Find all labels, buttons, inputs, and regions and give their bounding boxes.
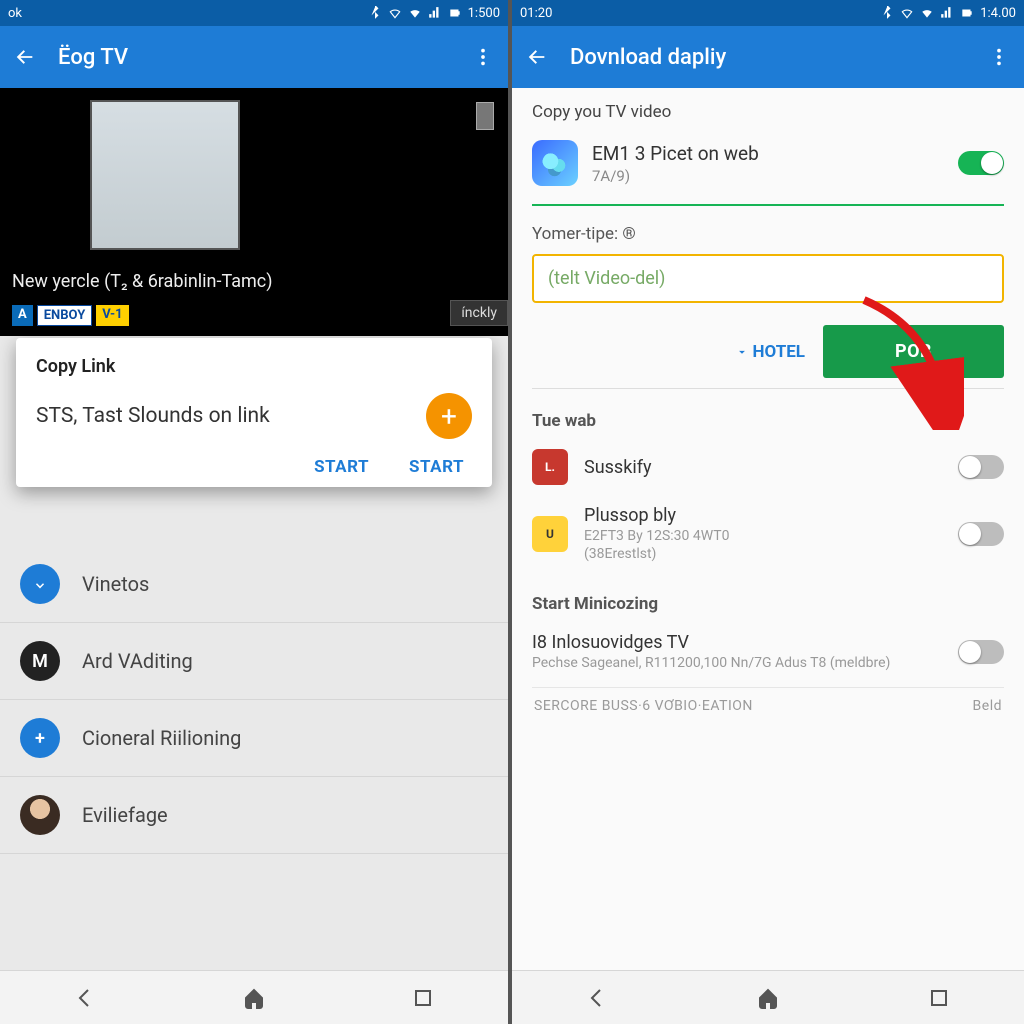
start-button[interactable]: START (314, 457, 369, 477)
m-icon: M (20, 641, 60, 681)
nav-back-icon[interactable] (73, 986, 97, 1010)
battery-icon (448, 6, 462, 20)
setting-toggle[interactable] (958, 522, 1004, 546)
video-chip[interactable]: ínckly (450, 300, 508, 326)
status-time: 1:4.00 (980, 6, 1016, 21)
signal-icon (940, 6, 954, 20)
toolbar: Ёog TV (0, 26, 508, 88)
source-app-sub: 7A/9) (592, 167, 944, 185)
dialog-title: Copy Link (36, 356, 472, 377)
back-icon[interactable] (14, 46, 36, 68)
section-heading: Start Minicozing (532, 594, 1004, 614)
status-time: 1:500 (468, 6, 500, 21)
bluetooth-icon (368, 6, 382, 20)
list-item[interactable]: Vinetos (0, 546, 508, 623)
bluetooth-icon (880, 6, 894, 20)
mini-player-icon[interactable] (476, 102, 494, 130)
nav-bar (0, 970, 508, 1024)
start-button-2[interactable]: START (409, 457, 464, 477)
susskify-icon: L. (532, 449, 568, 485)
setting-sub: Pechse Sageanel, R111200,100 Nn/7G Adus … (532, 655, 942, 671)
list-label: Ard VAditing (82, 649, 193, 673)
source-app-name: EM1 3 Picet on web (592, 142, 944, 165)
chevron-down-icon (735, 345, 749, 359)
footer-row: SERCORE BUSS·6 VƠBIO·EATION Beld (532, 687, 1004, 714)
list-label: Cioneral Riilioning (82, 726, 241, 750)
status-bar: ok 1:500 (0, 0, 508, 26)
setting-row[interactable]: I8 Inlosuovidges TV Pechse Sageanel, R11… (532, 622, 1004, 681)
wifi-icon (408, 6, 422, 20)
nav-home-icon[interactable] (756, 986, 780, 1010)
copy-link-dialog: Copy Link STS, Tast Slounds on link + ST… (16, 338, 492, 487)
list-label: Eviliefage (82, 803, 168, 827)
field-label: Yomer-tipe: ® (532, 224, 1004, 244)
video-title: New yercle (T₂ & 6rabinlin-Tamc) (12, 271, 272, 292)
setting-row[interactable]: U Plussop bly E2FT3 By 12S:30 4WT0 (38Er… (532, 495, 1004, 572)
status-left: ok (8, 6, 22, 21)
web-section: Tue wab L. Susskify U Plussop bly E2FT3 … (532, 411, 1004, 572)
nav-home-icon[interactable] (242, 986, 266, 1010)
footer-left: SERCORE BUSS·6 VƠBIO·EATION (534, 698, 753, 714)
status-icons: 1:4.00 (880, 6, 1016, 21)
phone-left: ok 1:500 Ёog TV New yercle (T₂ & 6rabinl… (0, 0, 512, 1024)
source-app-icon (532, 140, 578, 186)
wifi-outline-icon (900, 6, 914, 20)
section-heading: Copy you TV video (532, 102, 1004, 122)
back-icon[interactable] (526, 46, 548, 68)
nav-recent-icon[interactable] (411, 986, 435, 1010)
nav-recent-icon[interactable] (927, 986, 951, 1010)
badge-a: A (12, 305, 33, 326)
divider (532, 204, 1004, 206)
nav-bar (512, 970, 1024, 1024)
badge-c: V-1 (96, 305, 128, 326)
list-label: Vinetos (82, 572, 149, 596)
source-app-row[interactable]: EM1 3 Picet on web 7A/9) (532, 134, 1004, 198)
list-item[interactable]: + Cioneral Riilioning (0, 700, 508, 777)
battery-icon (960, 6, 974, 20)
source-toggle[interactable] (958, 151, 1004, 175)
setting-toggle[interactable] (958, 455, 1004, 479)
signal-icon (428, 6, 442, 20)
overflow-icon[interactable] (472, 46, 494, 68)
wifi-outline-icon (388, 6, 402, 20)
setting-toggle[interactable] (958, 640, 1004, 664)
video-thumbnail (90, 100, 240, 250)
footer-right: Beld (973, 698, 1002, 714)
setting-name: Plussop bly (584, 505, 942, 526)
list-item[interactable]: Eviliefage (0, 777, 508, 854)
nav-back-icon[interactable] (585, 986, 609, 1010)
setting-name: Susskify (584, 457, 942, 478)
badge-b: ENBOY (37, 305, 93, 326)
avatar-icon (20, 795, 60, 835)
overflow-icon[interactable] (988, 46, 1010, 68)
list-item[interactable]: M Ard VAditing (0, 623, 508, 700)
setting-row[interactable]: L. Susskify (532, 439, 1004, 495)
setting-sub2: (38Erestlst) (584, 546, 942, 562)
video-badges: A ENBOY V-1 (12, 305, 129, 326)
url-input[interactable] (532, 254, 1004, 303)
settings-content: Copy you TV video EM1 3 Picet on web 7A/… (512, 88, 1024, 970)
status-left: 01:20 (520, 6, 552, 21)
setting-name: I8 Inlosuovidges TV (532, 632, 942, 653)
page-title: Ёog TV (58, 45, 450, 70)
section-heading: Tue wab (532, 411, 1004, 431)
hotel-button[interactable]: HOTEL (735, 342, 805, 362)
dialog-body: STS, Tast Slounds on link (36, 404, 270, 428)
plussop-icon: U (532, 516, 568, 552)
toolbar: Dovnload dapliy (512, 26, 1024, 88)
pob-button[interactable]: POB (823, 325, 1004, 378)
video-player[interactable]: New yercle (T₂ & 6rabinlin-Tamc) A ENBOY… (0, 88, 508, 336)
setting-sub: E2FT3 By 12S:30 4WT0 (584, 528, 942, 544)
start-section: Start Minicozing I8 Inlosuovidges TV Pec… (532, 594, 1004, 714)
plus-icon: + (20, 718, 60, 758)
phone-right: 01:20 1:4.00 Dovnload dapliy Copy you TV… (512, 0, 1024, 1024)
page-title: Dovnload dapliy (570, 45, 966, 70)
status-icons: 1:500 (368, 6, 500, 21)
wifi-icon (920, 6, 934, 20)
add-button[interactable]: + (426, 393, 472, 439)
status-bar: 01:20 1:4.00 (512, 0, 1024, 26)
download-icon (20, 564, 60, 604)
divider (532, 388, 1004, 389)
